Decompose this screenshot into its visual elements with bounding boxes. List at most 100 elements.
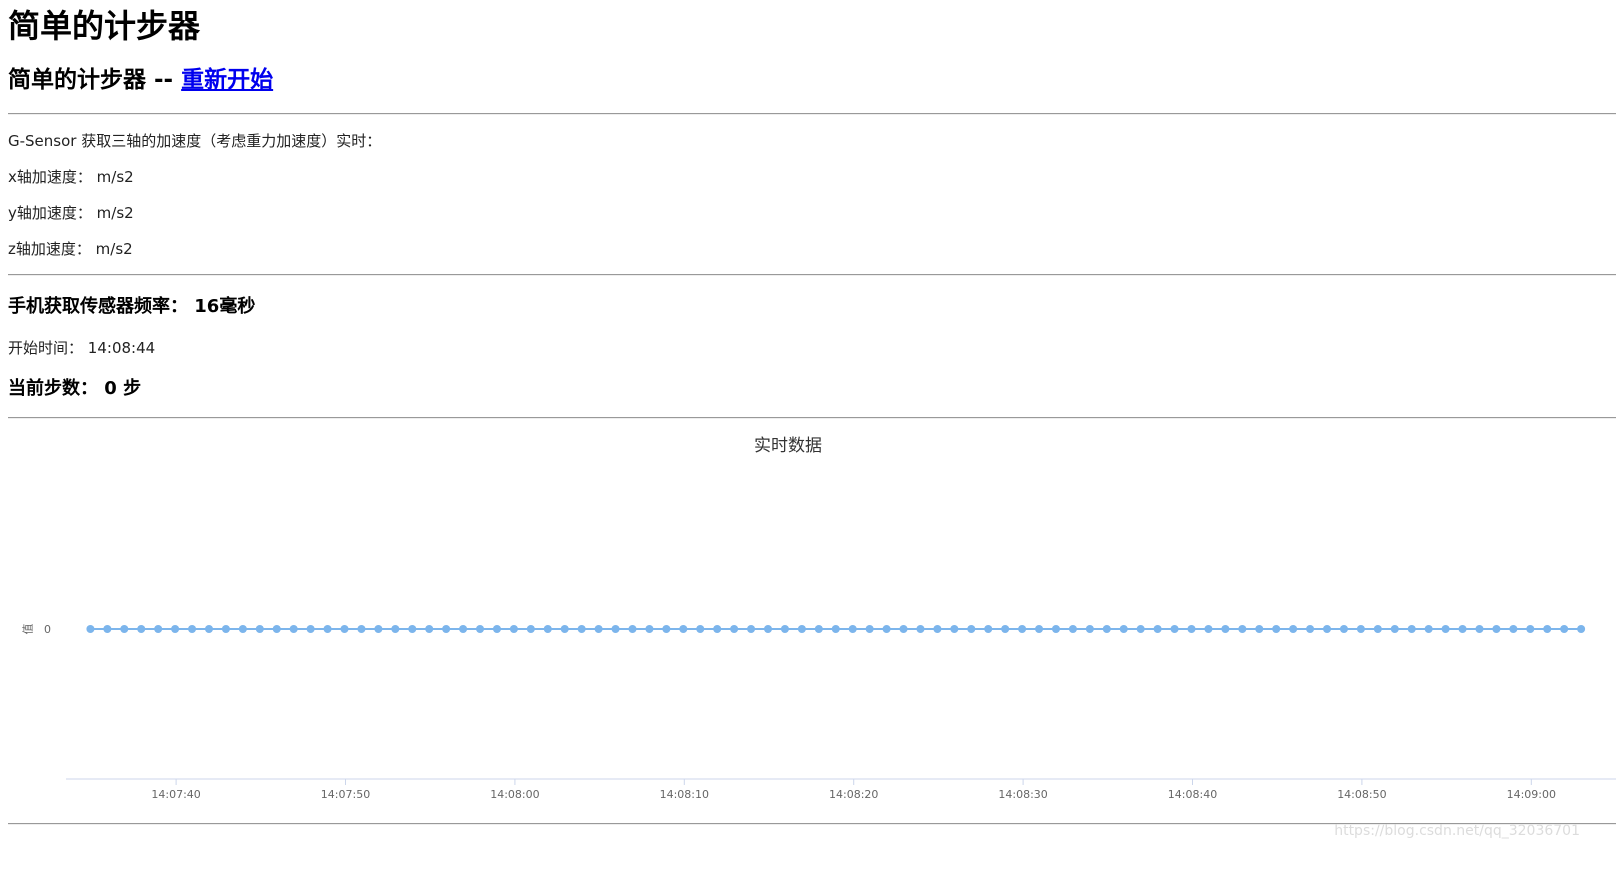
series-point xyxy=(1373,625,1382,633)
x-axis-unit: m/s2 xyxy=(96,168,134,186)
series-point xyxy=(1458,625,1467,633)
sensor-frequency: 手机获取传感器频率： 16毫秒 xyxy=(8,297,255,317)
start-time-value: 14:08:44 xyxy=(87,339,156,357)
x-tick-label: 14:08:20 xyxy=(829,788,878,801)
series-point xyxy=(1289,625,1298,633)
series-point xyxy=(1221,625,1230,633)
series-point xyxy=(86,625,95,633)
series-point xyxy=(442,625,451,633)
series-point xyxy=(221,625,230,633)
series-point xyxy=(459,625,468,633)
series-point xyxy=(865,625,874,633)
frequency-value: 16毫秒 xyxy=(194,296,256,317)
watermark: https://blog.csdn.net/qq_32036701 xyxy=(1334,823,1580,839)
series-point xyxy=(662,625,671,633)
series-point xyxy=(1424,625,1433,633)
x-tick-label: 14:09:00 xyxy=(1507,788,1556,801)
series-point xyxy=(577,625,586,633)
realtime-chart: 实时数据 值 14:07:40 14:07:50 14:08:00 14:08:10 1… xyxy=(8,425,1616,815)
step-count: 当前步数： 0 步 xyxy=(8,379,141,399)
series-point xyxy=(476,625,485,633)
series-point xyxy=(255,625,264,633)
series-point xyxy=(1170,625,1179,633)
x-axis-accel: x轴加速度： m/s2 xyxy=(8,167,134,187)
x-tick-label: 14:08:50 xyxy=(1337,788,1386,801)
series-point xyxy=(764,625,773,633)
series-point xyxy=(1255,625,1264,633)
series-point xyxy=(272,625,281,633)
series-point xyxy=(848,625,857,633)
series-point xyxy=(560,625,569,633)
divider xyxy=(8,274,1616,276)
series-point xyxy=(425,625,434,633)
series-point xyxy=(1390,625,1399,633)
series-point xyxy=(730,625,739,633)
x-tick-label: 14:08:40 xyxy=(1168,788,1217,801)
x-tick-label: 14:07:50 xyxy=(321,788,370,801)
series-point xyxy=(1407,625,1416,633)
series-point xyxy=(1475,625,1484,633)
start-time: 开始时间： 14:08:44 xyxy=(8,338,155,358)
step-count-value: 0 步 xyxy=(104,378,142,399)
series-point xyxy=(509,625,518,633)
divider xyxy=(8,113,1616,115)
y-tick-label: 0 xyxy=(44,623,51,636)
series-point xyxy=(1085,625,1094,633)
series-point xyxy=(543,625,552,633)
series-point xyxy=(950,625,959,633)
series-point xyxy=(1306,625,1315,633)
series-point xyxy=(289,625,298,633)
series-point xyxy=(1526,625,1535,633)
series-point xyxy=(1136,625,1145,633)
series-point xyxy=(1187,625,1196,633)
series-point xyxy=(1492,625,1501,633)
series-point xyxy=(797,625,806,633)
series-point xyxy=(984,625,993,633)
series-point xyxy=(780,625,789,633)
series-point xyxy=(1577,625,1586,633)
divider xyxy=(8,417,1616,419)
series-point xyxy=(645,625,654,633)
chart-plot: 14:07:40 14:07:50 14:08:00 14:08:10 14:08:20… xyxy=(44,623,1616,801)
x-axis-label: x轴加速度： xyxy=(8,168,92,186)
series-point xyxy=(154,625,163,633)
series-point xyxy=(1339,625,1348,633)
x-tick-label: 14:08:00 xyxy=(490,788,539,801)
series-point xyxy=(628,625,637,633)
series-point xyxy=(1509,625,1518,633)
series-point xyxy=(1035,625,1044,633)
series-point xyxy=(1102,625,1111,633)
sensor-intro: G-Sensor 获取三轴的加速度（考虑重力加速度）实时： xyxy=(8,132,382,150)
y-axis-unit: m/s2 xyxy=(96,204,134,222)
subtitle-text: 简单的计步器 -- xyxy=(8,67,174,93)
z-axis-unit: m/s2 xyxy=(95,240,133,258)
series-point xyxy=(679,625,688,633)
series-point xyxy=(1204,625,1213,633)
frequency-label: 手机获取传感器频率： xyxy=(8,296,188,317)
series-point xyxy=(1068,625,1077,633)
series-point xyxy=(747,625,756,633)
series-point xyxy=(594,625,603,633)
series-point xyxy=(323,625,332,633)
series-point xyxy=(1272,625,1281,633)
series-point xyxy=(1238,625,1247,633)
y-axis-label: y轴加速度： xyxy=(8,204,92,222)
series-point xyxy=(374,625,383,633)
series-point xyxy=(1119,625,1128,633)
series-point xyxy=(713,625,722,633)
step-count-label: 当前步数： xyxy=(8,378,98,399)
y-axis-accel: y轴加速度： m/s2 xyxy=(8,203,134,223)
x-tick-label: 14:08:30 xyxy=(998,788,1047,801)
series-point xyxy=(526,625,535,633)
series-point xyxy=(408,625,417,633)
series-point xyxy=(1543,625,1552,633)
restart-link[interactable]: 重新开始 xyxy=(181,67,273,93)
series-point xyxy=(1051,625,1060,633)
series-point xyxy=(1153,625,1162,633)
z-axis-accel: z轴加速度： m/s2 xyxy=(8,239,133,259)
series-point xyxy=(814,625,823,633)
x-tick-label: 14:08:10 xyxy=(660,788,709,801)
series-point xyxy=(882,625,891,633)
series-point xyxy=(492,625,501,633)
x-tick-label: 14:07:40 xyxy=(151,788,200,801)
